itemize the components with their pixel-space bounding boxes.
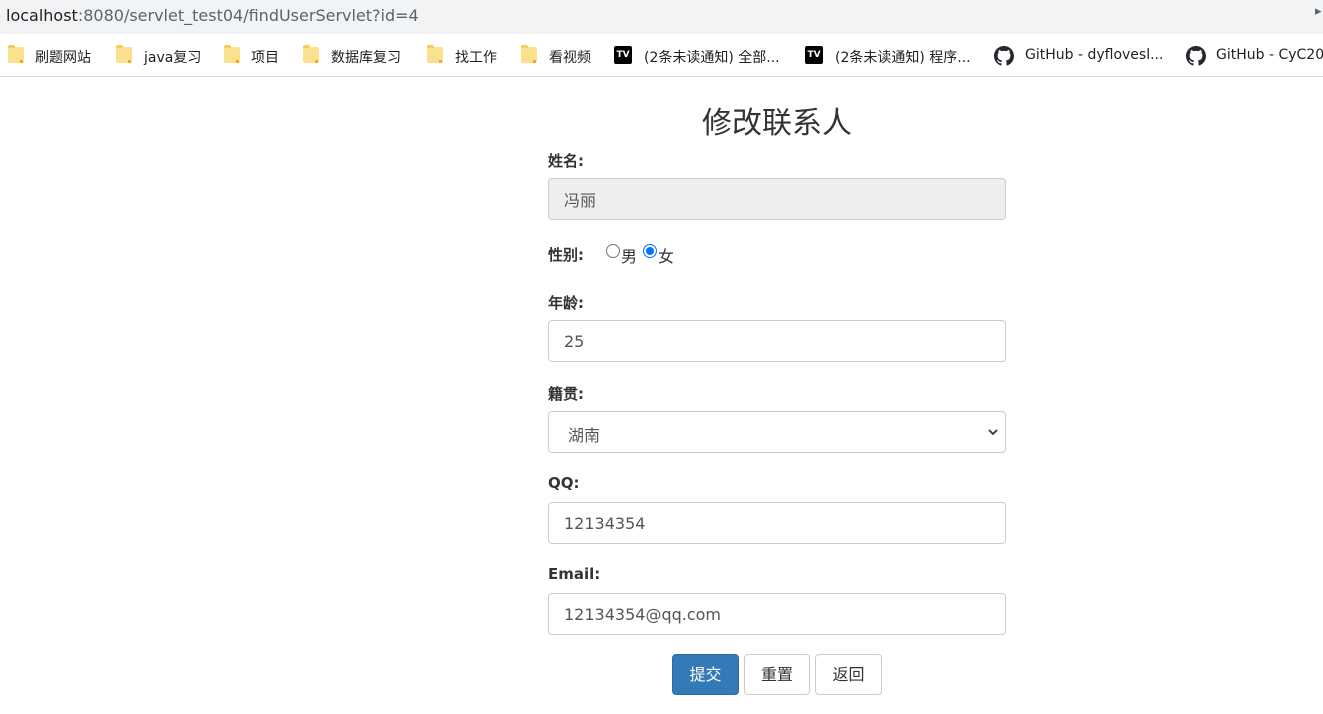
age-label: 年龄: — [548, 294, 584, 312]
bilibili-tv-icon: TV — [614, 46, 632, 64]
url-host: localhost — [6, 6, 78, 25]
origin-label: 籍贯: — [548, 385, 584, 403]
email-field[interactable] — [548, 593, 1006, 635]
bookmark-label: GitHub - CyC20 — [1216, 47, 1323, 63]
origin-select-value: 湖南 — [568, 426, 601, 445]
name-label: 姓名: — [548, 152, 584, 170]
bookmark-label: 刷题网站 — [35, 50, 91, 66]
bookmark-label: 找工作 — [455, 50, 497, 66]
folder-icon — [116, 45, 132, 63]
bookmark-label: 数据库复习 — [331, 50, 401, 66]
gender-female-radio[interactable] — [643, 244, 657, 258]
folder-icon — [521, 45, 537, 63]
chevron-down-icon — [988, 429, 998, 436]
bookmark-label: (2条未读通知) 程序... — [835, 50, 971, 66]
qq-label: QQ: — [548, 474, 580, 492]
bookmark-label: java复习 — [144, 50, 202, 66]
bookmarks-bar: 刷题网站 java复习 项目 数据库复习 找工作 看视频 TV (2条未读通知)… — [0, 34, 1323, 77]
bilibili-tv-icon: TV — [805, 46, 823, 64]
url-text[interactable]: localhost:8080/servlet_test04/findUserSe… — [6, 6, 419, 25]
reset-button[interactable]: 重置 — [744, 654, 810, 695]
gender-male-label[interactable]: 男 — [621, 243, 637, 267]
folder-icon — [224, 45, 240, 63]
gender-male-radio[interactable] — [606, 244, 620, 258]
age-field[interactable] — [548, 320, 1006, 362]
address-bar[interactable]: localhost:8080/servlet_test04/findUserSe… — [0, 0, 1323, 34]
url-path: :8080/servlet_test04/findUserServlet?id=… — [77, 6, 419, 25]
github-icon — [994, 46, 1014, 66]
gender-label: 性别: — [548, 246, 584, 264]
bookmark-label: GitHub - dyflovesl... — [1025, 47, 1164, 63]
folder-icon — [8, 45, 24, 63]
gender-female-label[interactable]: 女 — [658, 243, 674, 267]
page-title: 修改联系人 — [702, 106, 852, 141]
github-icon — [1186, 46, 1206, 66]
bookmark-label: 项目 — [251, 50, 279, 66]
email-label: Email: — [548, 565, 601, 583]
folder-icon — [303, 45, 319, 63]
bookmark-label: (2条未读通知) 全部... — [644, 50, 780, 66]
name-field[interactable] — [548, 178, 1006, 220]
origin-select[interactable]: 湖南 — [548, 411, 1006, 453]
submit-button[interactable]: 提交 — [672, 654, 739, 695]
folder-icon — [427, 45, 443, 63]
bookmark-label: 看视频 — [549, 50, 591, 66]
window-control-icon[interactable]: ▸ — [1315, 4, 1323, 19]
gender-row: 性别: 男 女 — [548, 242, 848, 267]
qq-field[interactable] — [548, 502, 1006, 544]
back-button[interactable]: 返回 — [815, 654, 882, 695]
